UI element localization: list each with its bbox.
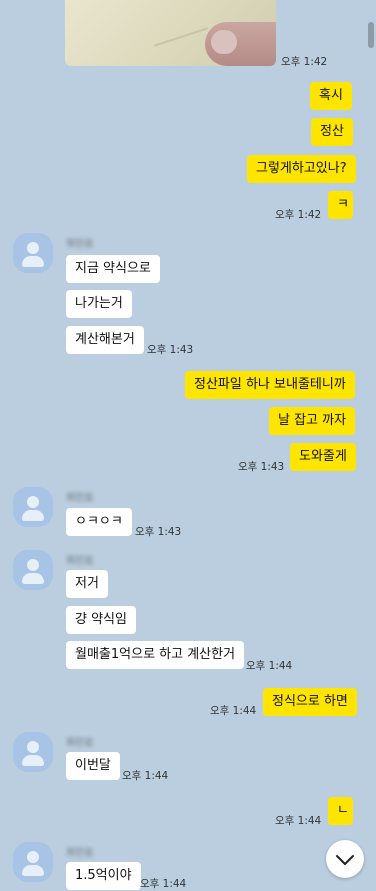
sender-name: 최민호	[66, 848, 94, 859]
default-profile-icon	[27, 851, 39, 863]
my-message-bubble[interactable]: ㅋ	[328, 191, 353, 219]
default-profile-body	[22, 755, 44, 766]
other-message-bubble[interactable]: ㅇㅋㅇㅋ	[66, 508, 132, 536]
sender-name: 최민호	[66, 556, 94, 567]
other-message-bubble[interactable]: 계산해본거	[66, 326, 144, 354]
timestamp: 오후 1:42	[281, 56, 328, 68]
timestamp: 오후 1:43	[238, 461, 285, 473]
other-message-bubble[interactable]: 나가는거	[66, 290, 132, 318]
default-profile-body	[22, 573, 44, 584]
default-profile-icon	[27, 242, 39, 254]
other-message-bubble[interactable]: 이번달	[66, 752, 120, 780]
default-profile-icon	[27, 559, 39, 571]
avatar[interactable]	[13, 233, 53, 273]
chevron-down-icon	[336, 855, 354, 865]
my-message-bubble[interactable]: 날 잡고 까자	[269, 407, 356, 435]
scrollbar-thumb[interactable]	[368, 22, 374, 48]
sender-name: 최민호	[66, 493, 94, 504]
timestamp: 오후 1:43	[147, 344, 194, 356]
timestamp: 오후 1:44	[140, 878, 187, 890]
my-message-bubble[interactable]: 정식으로 하면	[263, 688, 357, 716]
sender-name: 최민호	[66, 738, 94, 749]
my-message-bubble[interactable]: 혹시	[310, 82, 352, 110]
other-message-bubble[interactable]: 월매출1억으로 하고 계산한거	[66, 641, 245, 669]
my-message-bubble[interactable]: 정산파일 하나 보내줄테니까	[185, 371, 355, 399]
my-message-bubble[interactable]: 도와줄게	[290, 443, 356, 471]
other-message-bubble[interactable]: 지금 약식으로	[66, 255, 160, 283]
shared-photo[interactable]	[65, 0, 276, 66]
other-message-bubble[interactable]: 저거	[66, 570, 108, 598]
timestamp: 오후 1:44	[275, 815, 322, 827]
timestamp: 오후 1:44	[246, 660, 293, 672]
timestamp: 오후 1:43	[135, 526, 182, 538]
avatar[interactable]	[13, 487, 53, 527]
timestamp: 오후 1:42	[275, 209, 322, 221]
default-profile-body	[22, 256, 44, 267]
my-message-bubble[interactable]: 정산	[311, 118, 353, 146]
default-profile-body	[22, 865, 44, 876]
photo-fingernail	[211, 30, 237, 54]
default-profile-icon	[27, 741, 39, 753]
default-profile-icon	[27, 496, 39, 508]
sender-name: 최민호	[66, 239, 94, 250]
other-message-bubble[interactable]: 걍 약식임	[66, 606, 136, 634]
avatar[interactable]	[13, 550, 53, 590]
my-message-bubble[interactable]: 그렇게하고있나?	[247, 155, 356, 183]
default-profile-body	[22, 510, 44, 521]
scroll-to-bottom-button[interactable]	[326, 840, 364, 878]
my-message-bubble[interactable]: ㄴ	[328, 797, 353, 825]
avatar[interactable]	[13, 732, 53, 772]
timestamp: 오후 1:44	[210, 705, 257, 717]
timestamp: 오후 1:44	[122, 770, 169, 782]
avatar[interactable]	[13, 842, 53, 882]
photo-detail	[154, 27, 208, 47]
